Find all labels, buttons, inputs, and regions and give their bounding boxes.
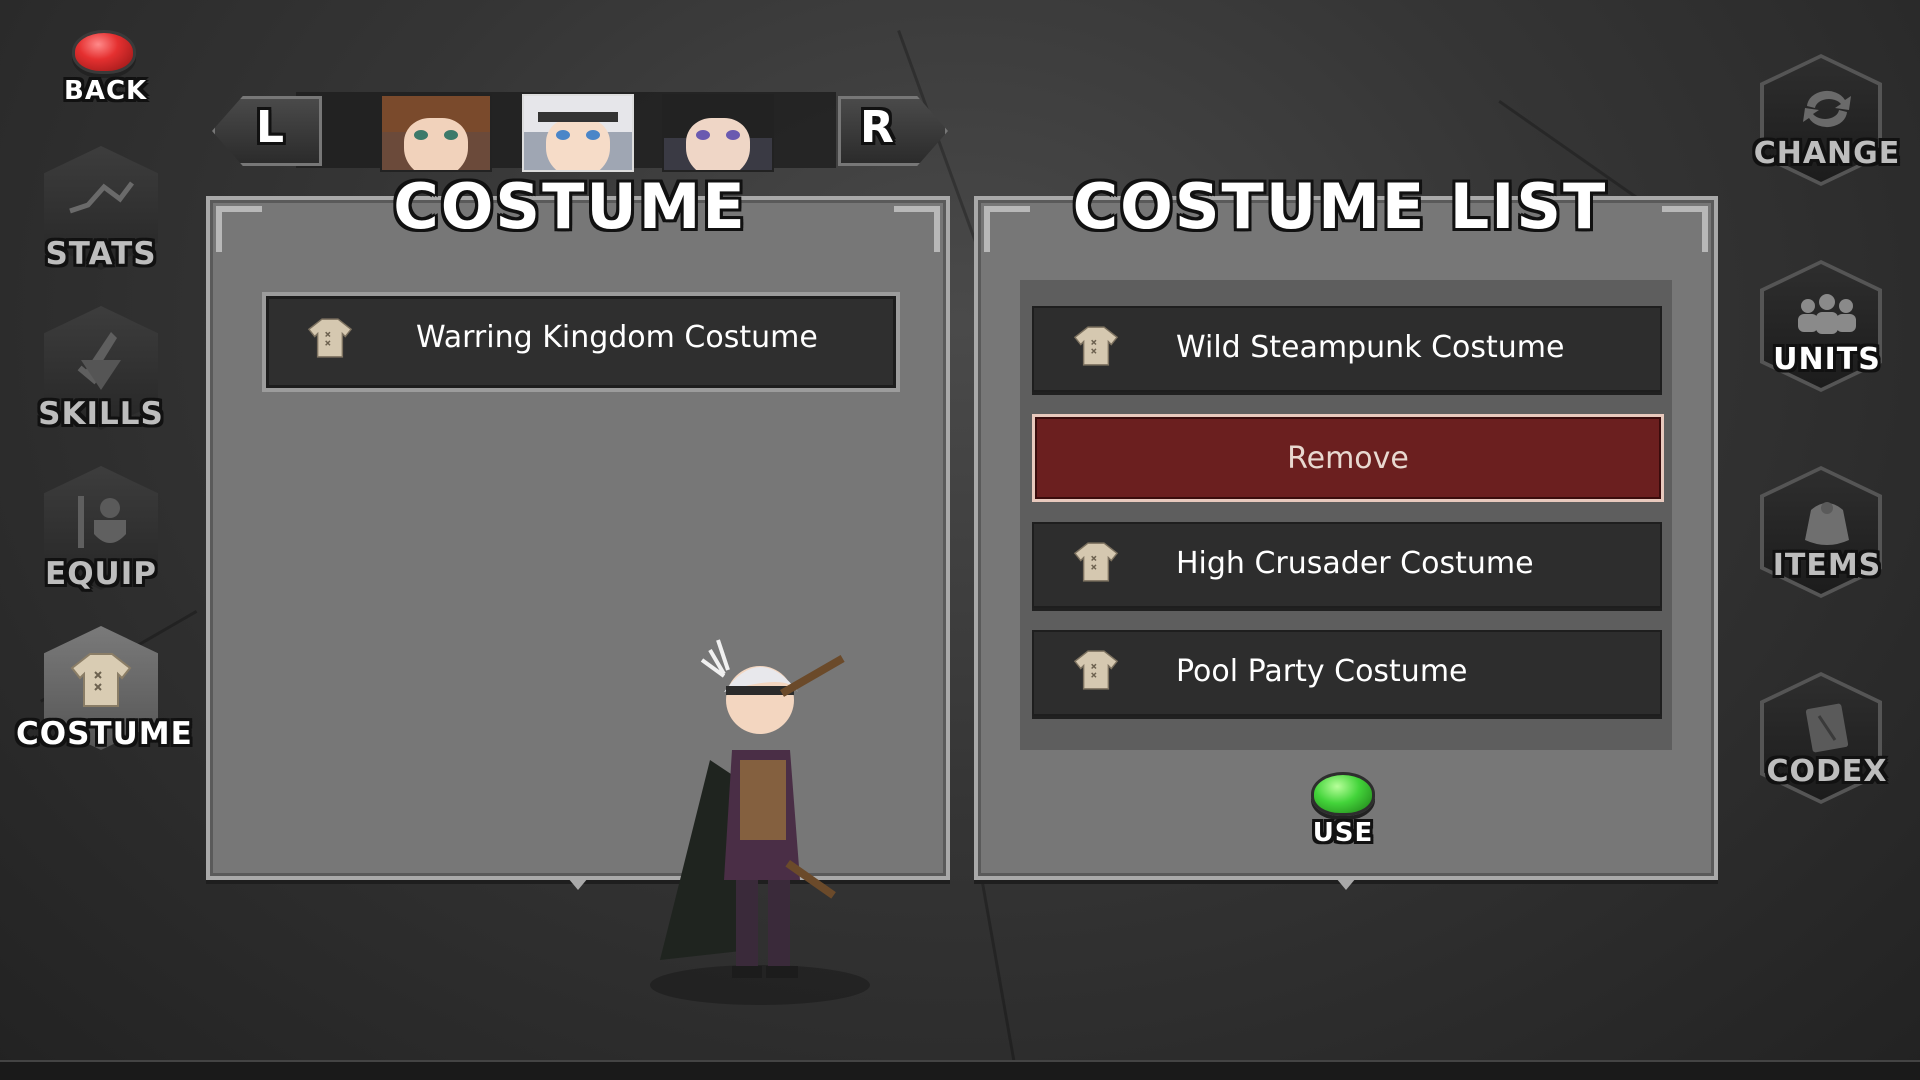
bottom-bar bbox=[0, 1060, 1920, 1080]
costume-icon bbox=[306, 316, 354, 371]
costume-icon bbox=[16, 650, 186, 723]
equipped-costume-name: Warring Kingdom Costume bbox=[416, 320, 818, 355]
use-button[interactable]: USE bbox=[1310, 772, 1376, 848]
right-arrow-label: R bbox=[860, 102, 895, 153]
face-shape bbox=[686, 118, 750, 170]
nav-items[interactable]: ITEMS bbox=[1752, 466, 1902, 620]
nav-label-units: UNITS bbox=[1773, 342, 1881, 377]
headband-shape bbox=[538, 112, 618, 122]
left-arrow-label: L bbox=[256, 102, 286, 153]
eye-shape bbox=[444, 130, 458, 140]
use-label: USE bbox=[1312, 818, 1374, 848]
nav-label-items: ITEMS bbox=[1772, 548, 1882, 583]
group-icon bbox=[1752, 290, 1902, 348]
costume-name: Pool Party Costume bbox=[1176, 654, 1468, 689]
remove-label: Remove bbox=[1287, 441, 1409, 476]
face-shape bbox=[404, 118, 468, 170]
nav-skills[interactable]: SKILLS bbox=[16, 306, 186, 446]
nav-equip[interactable]: EQUIP bbox=[16, 466, 186, 606]
character-portrait-selected[interactable] bbox=[522, 94, 634, 172]
panel-corner bbox=[984, 206, 1030, 252]
nav-label-change: CHANGE bbox=[1753, 136, 1901, 171]
costume-name: Wild Steampunk Costume bbox=[1176, 330, 1565, 365]
nav-costume[interactable]: COSTUME bbox=[16, 626, 193, 766]
next-character-button[interactable]: R bbox=[838, 96, 948, 166]
nav-units[interactable]: UNITS bbox=[1752, 260, 1902, 414]
character-portrait[interactable] bbox=[662, 94, 774, 172]
costume-list: Wild Steampunk Costume Remove High Crusa… bbox=[1020, 280, 1672, 750]
previous-character-button[interactable]: L bbox=[212, 96, 322, 166]
nav-label-costume: COSTUME bbox=[16, 716, 193, 752]
nav-label-equip: EQUIP bbox=[45, 556, 157, 592]
chart-icon bbox=[16, 170, 186, 230]
costume-icon bbox=[1072, 324, 1120, 379]
equipped-costume-slot[interactable]: Warring Kingdom Costume bbox=[262, 292, 900, 392]
panel-corner bbox=[894, 206, 940, 252]
costume-icon bbox=[1072, 648, 1120, 703]
panel-notch bbox=[568, 878, 588, 890]
list-item-costume[interactable]: High Crusader Costume bbox=[1032, 522, 1662, 608]
panel-notch bbox=[1336, 878, 1356, 890]
costume-icon bbox=[1072, 540, 1120, 595]
eye-shape bbox=[726, 130, 740, 140]
face-shape bbox=[546, 118, 610, 170]
nav-label-stats: STATS bbox=[45, 236, 157, 272]
costume-name: High Crusader Costume bbox=[1176, 546, 1534, 581]
nav-stats[interactable]: STATS bbox=[16, 146, 186, 286]
nav-label-codex: CODEX bbox=[1766, 754, 1888, 789]
eye-shape bbox=[556, 130, 570, 140]
red-button-icon bbox=[72, 30, 136, 74]
list-item-costume[interactable]: Wild Steampunk Costume bbox=[1032, 306, 1662, 392]
nav-label-skills: SKILLS bbox=[38, 396, 164, 432]
character-portrait[interactable] bbox=[380, 94, 492, 172]
nav-codex[interactable]: CODEX bbox=[1752, 672, 1902, 826]
remove-costume-button[interactable]: Remove bbox=[1032, 414, 1664, 502]
panel-corner bbox=[216, 206, 262, 252]
panel-corner bbox=[1662, 206, 1708, 252]
back-button[interactable]: BACK bbox=[64, 30, 148, 106]
nav-change[interactable]: CHANGE bbox=[1752, 54, 1902, 208]
costume-list-panel-title: COSTUME LIST bbox=[1072, 170, 1608, 243]
eye-shape bbox=[414, 130, 428, 140]
green-button-icon bbox=[1311, 772, 1375, 816]
list-item-costume[interactable]: Pool Party Costume bbox=[1032, 630, 1662, 716]
eye-shape bbox=[696, 130, 710, 140]
costume-panel: Warring Kingdom Costume bbox=[206, 196, 950, 1005]
back-label: BACK bbox=[64, 76, 148, 106]
costume-panel-title: COSTUME bbox=[393, 170, 747, 243]
character-sprite bbox=[640, 630, 880, 1010]
eye-shape bbox=[586, 130, 600, 140]
